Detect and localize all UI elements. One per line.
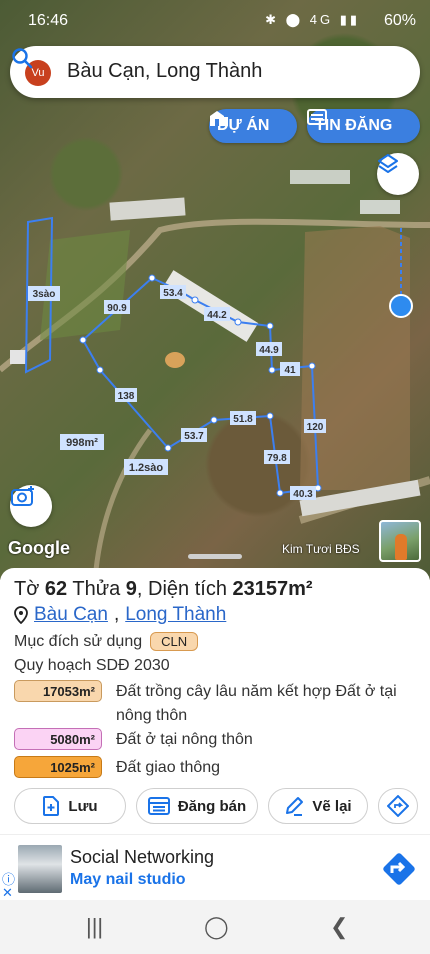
location-link-ward[interactable]: Bàu Cạn <box>34 604 108 626</box>
search-icon[interactable] <box>10 46 34 70</box>
status-time: 16:46 <box>28 12 69 29</box>
sell-label: Đăng bán <box>177 797 247 815</box>
close-icon[interactable]: ✕ <box>2 885 13 901</box>
lot-label: Thửa <box>72 578 121 600</box>
list-icon <box>307 109 327 125</box>
parcel-area: 23157m² <box>232 578 313 600</box>
svg-text:51.8: 51.8 <box>233 414 253 425</box>
zone-row: 17053m² Đất trồng cây lâu năm kết hợp Đấ… <box>14 680 430 728</box>
my-location-dot[interactable] <box>389 294 413 318</box>
map-label: 53.4 <box>160 285 186 299</box>
sheet-number: 62 <box>44 578 68 600</box>
save-button[interactable]: Lưu <box>14 788 126 824</box>
parcel-info-sheet: Tờ 62 Thửa 9, Diện tích 23157m² Bàu Cạn,… <box>0 568 430 838</box>
svg-text:40.3: 40.3 <box>293 489 313 500</box>
svg-text:44.9: 44.9 <box>259 345 279 356</box>
redraw-label: Vẽ lại <box>312 797 352 815</box>
save-label: Lưu <box>68 797 98 815</box>
parcel-title: Tờ 62 Thửa 9, Diện tích 23157m² <box>14 578 313 601</box>
search-bar[interactable]: Vu Bàu Cạn, Long Thành <box>10 46 420 98</box>
google-logo: Google <box>8 538 70 558</box>
sheet-drag-handle[interactable] <box>188 554 242 559</box>
add-photo-button[interactable] <box>10 485 52 527</box>
action-bar: Lưu Đăng bán Vẽ lại <box>14 788 418 824</box>
svg-text:53.4: 53.4 <box>163 288 183 299</box>
sell-list-icon <box>147 797 170 815</box>
svg-text:138: 138 <box>118 391 135 402</box>
zone-description: Đất ở tại nông thôn <box>116 731 253 748</box>
building-icon <box>210 111 228 126</box>
pin-icon <box>14 606 28 624</box>
ad-subtitle: May nail studio <box>70 871 186 888</box>
svg-text:53.7: 53.7 <box>184 431 204 442</box>
map-label: 44.2 <box>204 307 230 321</box>
map-label: 998m² <box>60 434 104 450</box>
svg-text:998m²: 998m² <box>66 437 98 449</box>
map-label: 41 <box>280 362 300 376</box>
svg-text:41: 41 <box>284 365 296 376</box>
person-figure <box>395 534 407 560</box>
zone-area: 5080m² <box>14 728 102 750</box>
status-bar: 16:46 ✱ ⬤ 4G ▮▮ 60% <box>0 0 430 40</box>
zone-description: Đất trồng cây lâu năm kết hợp Đất ở tại … <box>116 683 397 724</box>
map-label: 51.8 <box>230 411 256 425</box>
location-link-district[interactable]: Long Thành <box>125 604 226 626</box>
map-label: 79.8 <box>264 450 290 464</box>
save-plus-icon <box>43 796 60 816</box>
zone-row: 1025m² Đất giao thông <box>14 756 220 780</box>
svg-text:90.9: 90.9 <box>107 303 127 314</box>
purpose-badge: CLN <box>150 632 199 651</box>
svg-text:1.2sào: 1.2sào <box>129 462 164 474</box>
plan-heading: Quy hoạch SDĐ 2030 <box>14 657 170 674</box>
map-label: 53.7 <box>181 428 207 442</box>
map-label: 120 <box>304 419 326 433</box>
du-an-button[interactable]: DỰ ÁN <box>209 109 297 143</box>
directions-icon <box>387 795 409 817</box>
status-icons: ✱ ⬤ 4G ▮▮ <box>265 12 360 27</box>
svg-text:120: 120 <box>307 422 324 433</box>
zone-area: 1025m² <box>14 756 102 778</box>
svg-text:79.8: 79.8 <box>267 453 287 464</box>
map-label: 90.9 <box>104 300 130 314</box>
area-label: , Diện tích <box>136 578 227 600</box>
svg-text:3sào: 3sào <box>33 289 56 300</box>
home-icon[interactable]: ◯ <box>204 914 229 940</box>
network-label: 4G <box>309 12 334 27</box>
map-label: 3sào <box>28 286 60 301</box>
android-nav-bar: ||| ◯ ❮ <box>0 900 430 954</box>
layers-icon <box>378 154 398 173</box>
land-purpose: Mục đích sử dụng CLN <box>14 632 199 651</box>
tin-dang-button[interactable]: TIN ĐĂNG <box>307 109 420 143</box>
battery-level: 60% <box>383 12 416 29</box>
back-icon[interactable]: ❮ <box>330 914 348 940</box>
redraw-button[interactable]: Vẽ lại <box>268 788 368 824</box>
svg-text:44.2: 44.2 <box>207 310 227 321</box>
ad-title: Social Networking <box>70 847 215 867</box>
zone-row: 5080m² Đất ở tại nông thôn <box>14 728 253 752</box>
zone-description: Đất giao thông <box>116 759 221 776</box>
camera-plus-icon <box>11 486 34 506</box>
zone-area: 17053m² <box>14 680 102 702</box>
recents-icon[interactable]: ||| <box>86 914 103 940</box>
map-label: 40.3 <box>290 486 316 500</box>
lot-number: 9 <box>125 578 137 600</box>
search-input[interactable]: Bàu Cạn, Long Thành <box>67 60 262 83</box>
map-credit: Kim Tươi BĐS <box>282 542 360 556</box>
ad-banner[interactable]: ⓘ ✕ Social Networking May nail studio <box>0 834 430 900</box>
map-label: 138 <box>115 388 137 402</box>
directions-button[interactable] <box>378 788 418 824</box>
ad-image <box>18 845 62 893</box>
street-photo-thumbnail[interactable] <box>379 520 421 562</box>
satellite-map[interactable]: 3sào 90.9 53.4 44.2 44.9 41 138 120 51.8… <box>0 0 430 580</box>
layers-button[interactable] <box>377 153 419 195</box>
sell-button[interactable]: Đăng bán <box>136 788 258 824</box>
map-label: 1.2sào <box>124 459 168 475</box>
directions-icon[interactable] <box>379 849 419 889</box>
parcel-location: Bàu Cạn, Long Thành <box>14 604 226 626</box>
sheet-label: Tờ <box>14 578 40 600</box>
edit-icon <box>286 797 304 816</box>
purpose-label: Mục đích sử dụng <box>14 632 143 650</box>
map-label: 44.9 <box>256 342 282 356</box>
